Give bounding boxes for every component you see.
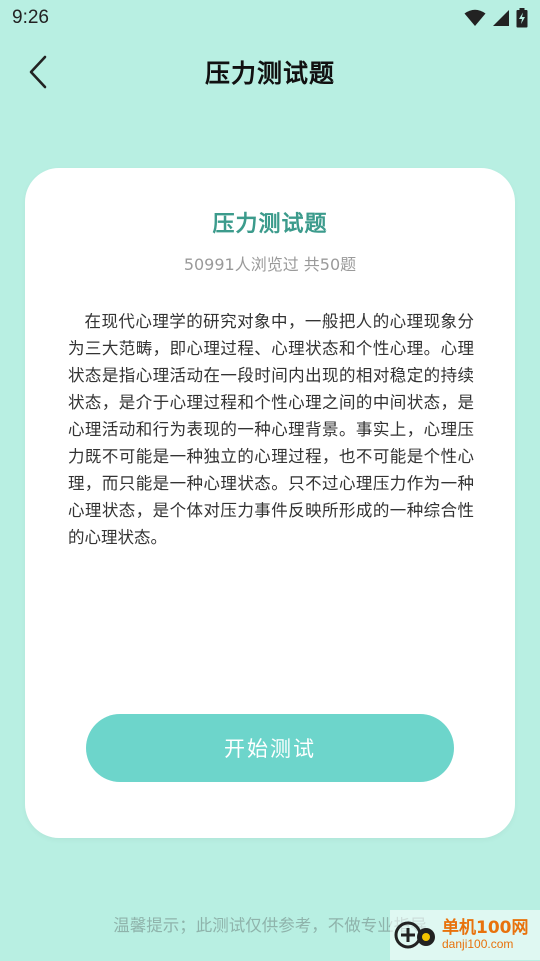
watermark-logo-icon — [394, 913, 438, 957]
status-bar: 9:26 — [0, 0, 540, 36]
wifi-icon — [464, 9, 486, 27]
status-time: 9:26 — [12, 7, 49, 29]
start-test-button[interactable]: 开始测试 — [86, 714, 454, 782]
battery-charging-icon — [516, 8, 528, 28]
app-bar: 压力测试题 — [0, 44, 540, 100]
back-button[interactable] — [18, 52, 58, 92]
chevron-left-icon — [27, 55, 49, 89]
card-stats: 50991人浏览过 共50题 — [25, 251, 515, 275]
cellular-signal-icon — [492, 9, 510, 27]
watermark-url: danji100.com — [442, 938, 529, 951]
card-title: 压力测试题 — [25, 206, 515, 238]
card-description: 在现代心理学的研究对象中，一般把人的心理现象分为三大范畴，即心理过程、心理状态和… — [68, 308, 474, 551]
page-title: 压力测试题 — [205, 54, 335, 90]
status-icons — [464, 8, 528, 28]
test-intro-card: 压力测试题 50991人浏览过 共50题 在现代心理学的研究对象中，一般把人的心… — [25, 168, 515, 838]
watermark-name: 单机100网 — [442, 920, 529, 938]
watermark: 单机100网 danji100.com — [390, 910, 540, 960]
